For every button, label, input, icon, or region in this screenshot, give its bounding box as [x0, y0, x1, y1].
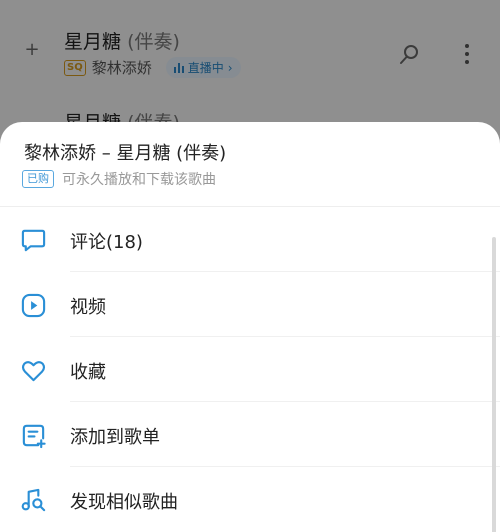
video-play-icon [21, 293, 46, 318]
menu-item-favorite[interactable]: 收藏 [0, 337, 500, 402]
menu-item-video[interactable]: 视频 [0, 272, 500, 337]
menu-item-add-to-playlist[interactable]: 添加到歌单 [0, 402, 500, 467]
menu-item-similar-songs[interactable]: 发现相似歌曲 [0, 467, 500, 532]
menu-item-label: 评论(18) [70, 232, 143, 253]
add-to-playlist-icon [22, 424, 46, 449]
purchased-badge: 已购 [22, 170, 54, 188]
purchased-note: 可永久播放和下载该歌曲 [62, 172, 216, 188]
modal-dim-overlay[interactable] [0, 0, 500, 140]
menu-item-label: 视频 [70, 297, 106, 318]
menu-item-label: 发现相似歌曲 [70, 492, 178, 513]
menu-item-label: 添加到歌单 [70, 427, 160, 448]
options-menu: 评论(18) 视频 收藏 添加到歌单 发现相似歌曲 [0, 207, 500, 532]
menu-item-comments[interactable]: 评论(18) [0, 207, 500, 272]
song-options-sheet: 黎林添娇 – 星月糖 (伴奏) 已购 可永久播放和下载该歌曲 评论(18) 视频 [0, 122, 500, 532]
similar-songs-icon [21, 488, 46, 512]
heart-icon [21, 361, 46, 382]
sheet-title: 黎林添娇 – 星月糖 (伴奏) [24, 143, 227, 164]
menu-item-label: 收藏 [70, 362, 106, 383]
purchase-status: 已购 可永久播放和下载该歌曲 [22, 169, 216, 189]
comment-icon [21, 229, 46, 252]
sheet-header: 黎林添娇 – 星月糖 (伴奏) 已购 可永久播放和下载该歌曲 [0, 122, 500, 206]
scrollbar[interactable] [492, 237, 496, 532]
